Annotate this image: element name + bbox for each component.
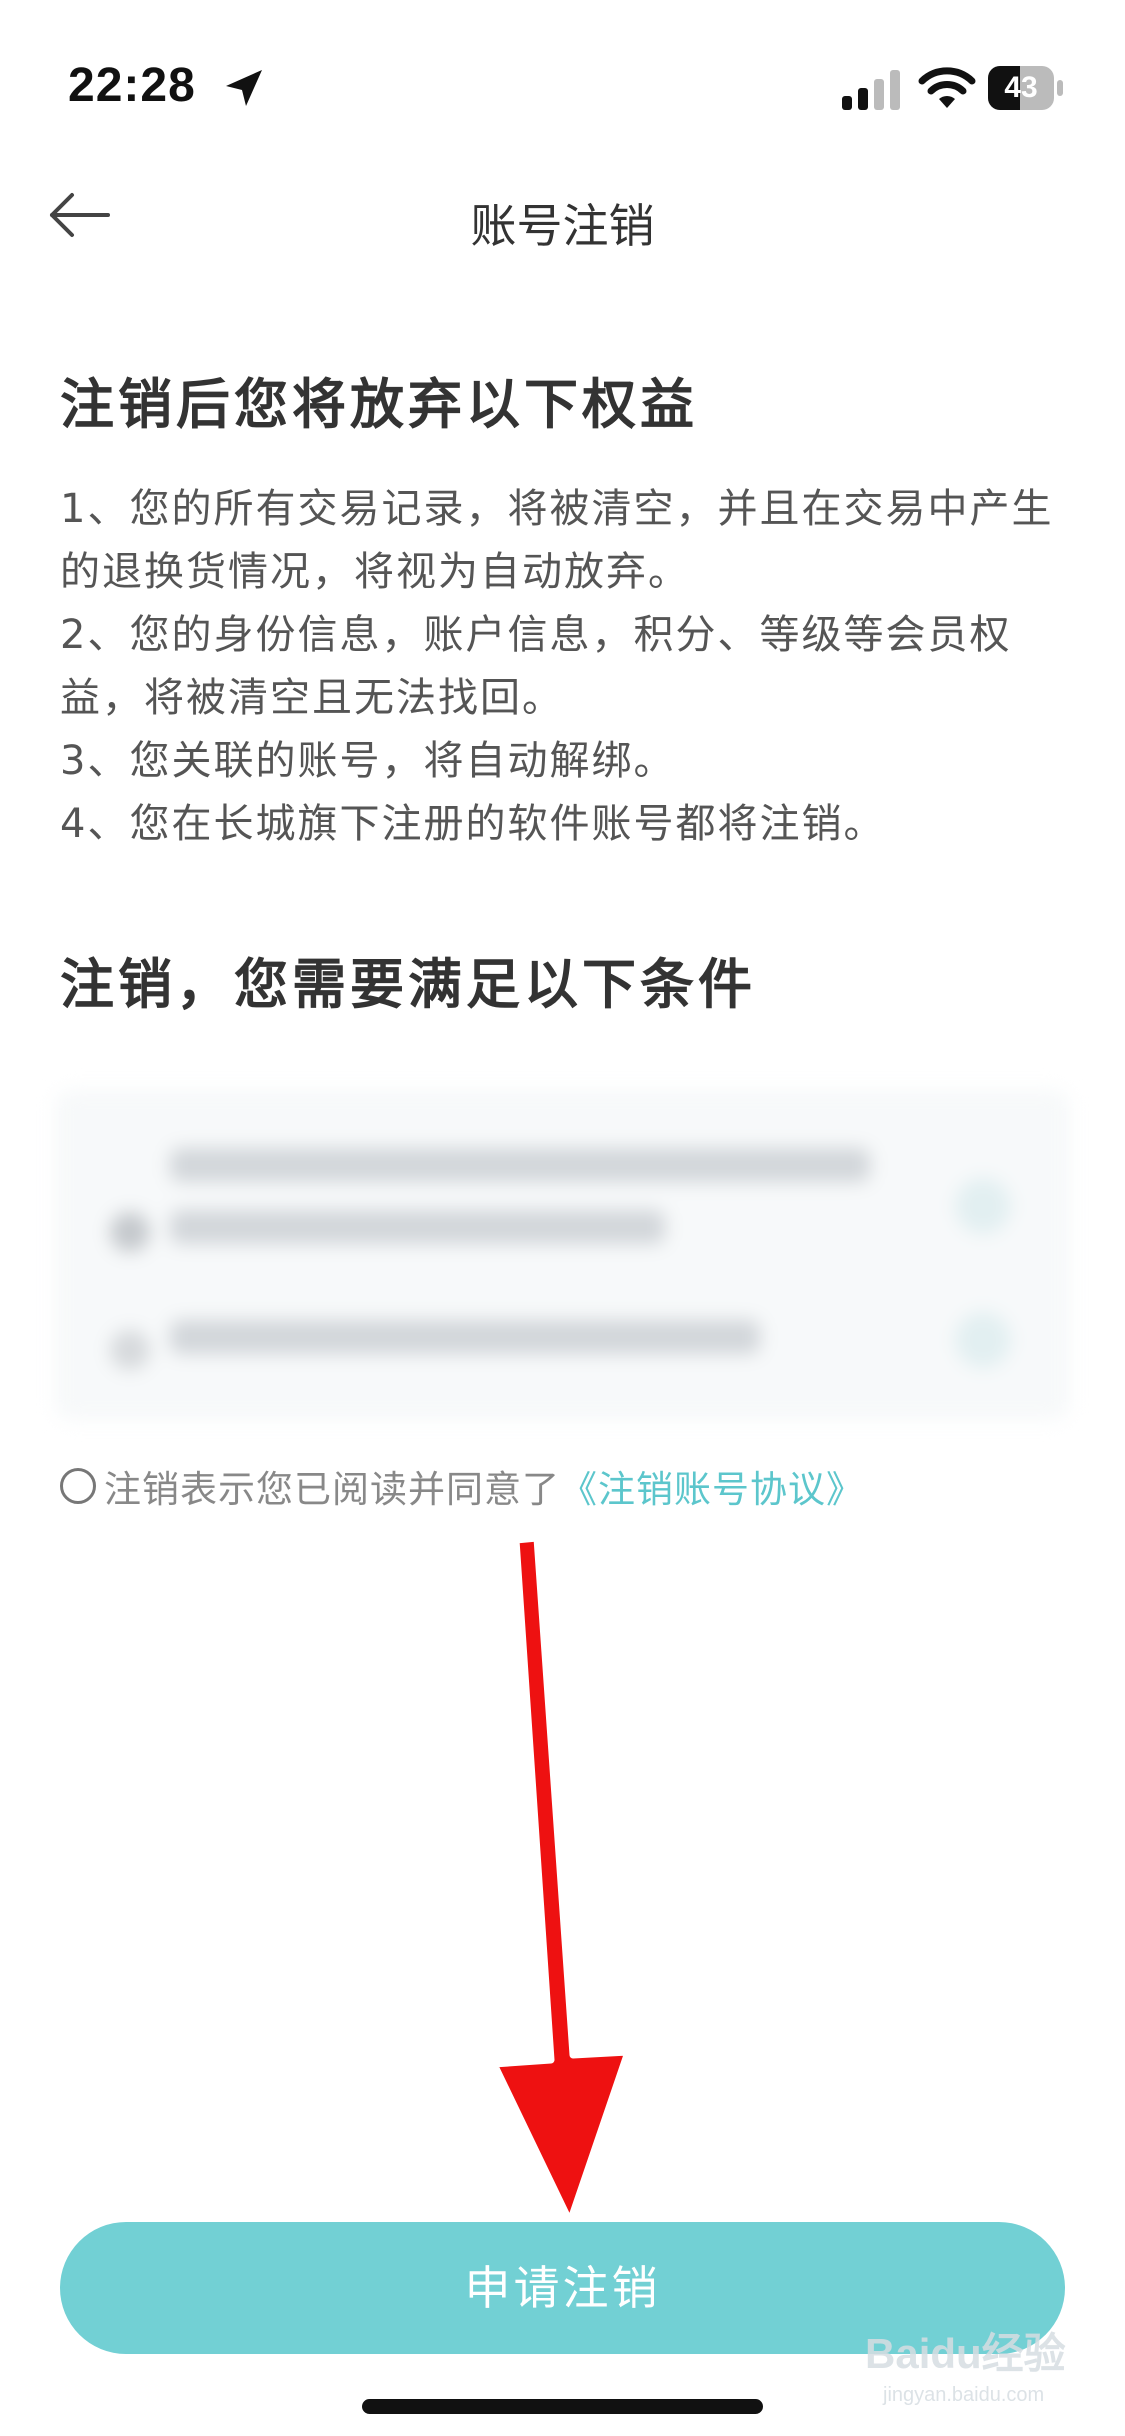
cellular-signal-icon <box>842 70 900 110</box>
condition-status-icon <box>955 1178 1011 1234</box>
condition-text-blurred <box>170 1210 665 1244</box>
agreement-radio[interactable] <box>60 1468 96 1504</box>
watermark-subtext: jingyan.baidu.com <box>883 2384 1045 2406</box>
wifi-icon <box>918 67 976 108</box>
condition-bullet <box>110 1212 150 1252</box>
rights-heading: 注销后您将放弃以下权益 <box>60 373 698 436</box>
rights-line: 2、您的身份信息，账户信息，积分、等级等会员权 <box>60 612 1012 658</box>
condition-text-blurred <box>170 1320 760 1354</box>
agreement-text: 注销表示您已阅读并同意了 <box>104 1468 560 1511</box>
rights-line: 益，将被清空且无法找回。 <box>60 675 564 721</box>
nav-bar: 账号注销 <box>0 150 1125 280</box>
status-time: 22:28 <box>68 59 196 112</box>
conditions-heading: 注销，您需要满足以下条件 <box>60 953 756 1016</box>
watermark-text: Baidu经验 <box>865 2330 1066 2377</box>
baidu-watermark: Baidu经验 jingyan.baidu.com <box>865 2320 1095 2420</box>
battery-indicator: 43 <box>988 66 1064 110</box>
page-title: 账号注销 <box>470 199 655 253</box>
agreement-link[interactable]: 《注销账号协议》 <box>560 1459 864 1513</box>
condition-status-icon <box>955 1312 1011 1368</box>
home-indicator[interactable] <box>362 2399 763 2414</box>
battery-level: 43 <box>1004 71 1038 104</box>
conditions-card-blurred <box>55 1090 1070 1420</box>
status-bar: 22:28 43 <box>0 0 1125 150</box>
agreement-row: 注销表示您已阅读并同意了 《注销账号协议》 <box>60 1458 864 1514</box>
rights-list: 1、您的所有交易记录，将被清空，并且在交易中产生 的退换货情况，将视为自动放弃。… <box>60 478 1070 856</box>
rights-line: 的退换货情况，将视为自动放弃。 <box>60 549 690 595</box>
condition-text-blurred <box>170 1148 870 1182</box>
rights-line: 1、您的所有交易记录，将被清空，并且在交易中产生 <box>60 486 1054 532</box>
condition-bullet <box>110 1330 150 1370</box>
rights-line: 3、您关联的账号，将自动解绑。 <box>60 738 676 784</box>
location-arrow-icon <box>226 70 262 106</box>
rights-line: 4、您在长城旗下注册的软件账号都将注销。 <box>60 801 886 847</box>
